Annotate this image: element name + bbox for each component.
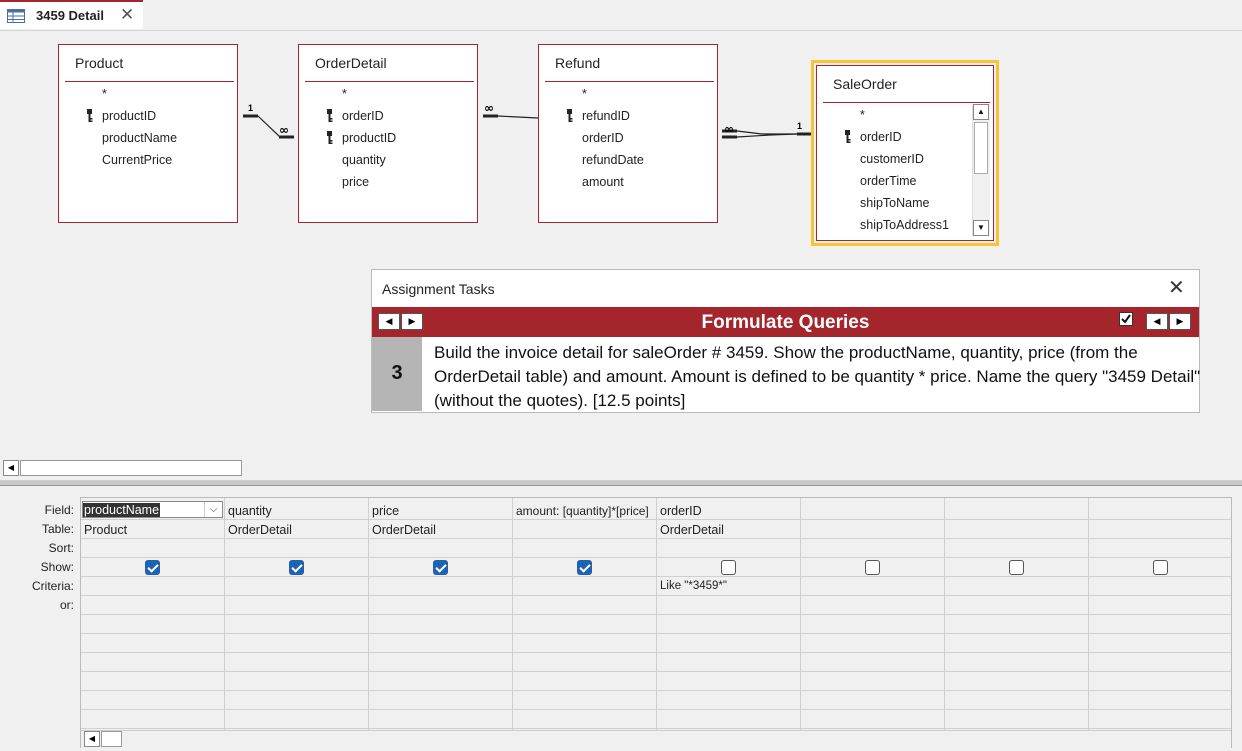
row-label-table: Table: <box>41 522 74 536</box>
table-title: Refund <box>555 55 601 71</box>
panel-title: Assignment Tasks <box>382 281 495 297</box>
grid-table-cell[interactable]: OrderDetail <box>228 523 366 537</box>
row-label-criteria: Criteria: <box>31 579 74 593</box>
show-checkbox[interactable] <box>865 560 880 575</box>
primary-key-icon <box>843 130 853 144</box>
grid-field-cell[interactable]: orderID <box>660 504 798 518</box>
grid-table-cell[interactable]: OrderDetail <box>372 523 510 537</box>
field-item[interactable]: * <box>860 108 865 122</box>
table-title: OrderDetail <box>315 55 387 71</box>
divider <box>65 81 234 82</box>
table-saleorder[interactable]: SaleOrder * orderID customerID orderTime… <box>811 60 999 246</box>
document-tab-bar <box>0 0 1242 31</box>
row-label-sort: Sort: <box>48 541 74 555</box>
field-item[interactable]: orderID <box>860 130 902 144</box>
field-item[interactable]: productName <box>102 131 177 145</box>
field-item[interactable]: customerID <box>860 152 924 166</box>
table-refund[interactable]: Refund * refundID orderID refundDate amo… <box>538 44 718 223</box>
primary-key-icon <box>325 131 335 145</box>
field-item[interactable]: * <box>582 87 587 101</box>
close-icon[interactable]: ✕ <box>120 5 134 25</box>
scroll-up-icon[interactable]: ▲ <box>973 104 989 120</box>
assignment-tasks-panel: Assignment Tasks ✕ Formulate Queries ◀ ▶… <box>371 269 1200 413</box>
show-checkbox[interactable] <box>1153 560 1168 575</box>
show-checkbox[interactable] <box>721 560 736 575</box>
grid-table-cell[interactable]: Product <box>84 523 222 537</box>
show-checkbox[interactable] <box>145 560 160 575</box>
field-item[interactable]: orderID <box>342 109 384 123</box>
tab-title: 3459 Detail <box>36 8 104 23</box>
show-checkbox[interactable] <box>433 560 448 575</box>
divider <box>545 81 714 82</box>
table-product[interactable]: Product * productID productName CurrentP… <box>58 44 238 223</box>
scroll-down-icon[interactable]: ▼ <box>973 220 989 236</box>
table-body: SaleOrder * orderID customerID orderTime… <box>816 65 994 241</box>
grid-field-cell[interactable]: quantity <box>228 504 366 518</box>
scroll-left-icon[interactable]: ◀ <box>84 731 100 747</box>
field-item[interactable]: productID <box>102 109 156 123</box>
task-number: 3 <box>372 337 422 411</box>
field-item[interactable]: CurrentPrice <box>102 153 172 167</box>
prev-task-icon[interactable]: ◀ <box>1146 313 1168 330</box>
task-complete-checkbox[interactable] <box>1119 312 1133 326</box>
field-dropdown[interactable]: productName ⌵ <box>82 501 223 518</box>
field-item[interactable]: orderID <box>582 131 624 145</box>
field-item[interactable]: productID <box>342 131 396 145</box>
row-label-field: Field: <box>44 503 74 517</box>
grid-field-cell[interactable]: amount: [quantity]*[price] <box>516 504 655 518</box>
field-item[interactable]: amount <box>582 175 624 189</box>
check-icon <box>1121 314 1131 324</box>
show-checkbox[interactable] <box>577 560 592 575</box>
field-item[interactable]: refundID <box>582 109 630 123</box>
task-header-bar: Formulate Queries ◀ ▶ ◀ ▶ <box>372 307 1199 337</box>
design-horizontal-scrollbar[interactable]: ◀ <box>0 458 1242 481</box>
field-item[interactable]: orderTime <box>860 174 917 188</box>
document-tab[interactable]: 3459 Detail ✕ <box>0 0 143 29</box>
field-item[interactable]: shipToName <box>860 196 929 210</box>
scroll-thumb[interactable] <box>20 460 242 476</box>
grid-field-cell[interactable]: productName <box>83 503 161 517</box>
field-item[interactable]: * <box>102 87 107 101</box>
next-task-icon[interactable]: ▶ <box>1169 313 1191 330</box>
task-heading: Formulate Queries <box>701 312 870 333</box>
grid-criteria-cell[interactable]: Like "*3459*" <box>660 580 798 592</box>
table-title: SaleOrder <box>833 76 897 92</box>
field-item[interactable]: shipToAddress1 <box>860 218 949 232</box>
vertical-scrollbar[interactable]: ▲ ▼ <box>972 104 990 236</box>
table-orderdetail[interactable]: OrderDetail * orderID productID quantity… <box>298 44 478 223</box>
field-item[interactable]: price <box>342 175 369 189</box>
grid-horizontal-scrollbar[interactable]: ◀ <box>81 730 1231 748</box>
next-section-icon[interactable]: ▶ <box>401 313 423 330</box>
prev-section-icon[interactable]: ◀ <box>378 313 400 330</box>
scroll-thumb[interactable] <box>101 731 122 747</box>
divider <box>823 102 990 103</box>
primary-key-icon <box>565 109 575 123</box>
grid-field-cell[interactable]: price <box>372 504 510 518</box>
field-item[interactable]: quantity <box>342 153 386 167</box>
task-description: Build the invoice detail for saleOrder #… <box>434 343 1201 410</box>
query-icon <box>7 9 25 23</box>
row-label-or: or: <box>59 598 74 612</box>
primary-key-icon <box>325 109 335 123</box>
table-title: Product <box>75 55 124 71</box>
close-icon[interactable]: ✕ <box>1168 275 1185 300</box>
show-checkbox[interactable] <box>289 560 304 575</box>
show-checkbox[interactable] <box>1009 560 1024 575</box>
field-item[interactable]: * <box>342 87 347 101</box>
scroll-thumb[interactable] <box>974 122 988 174</box>
divider <box>305 81 474 82</box>
primary-key-icon <box>85 109 95 123</box>
field-item[interactable]: refundDate <box>582 153 644 167</box>
grid-table-cell[interactable]: OrderDetail <box>660 523 798 537</box>
chevron-down-icon[interactable]: ⌵ <box>204 502 222 517</box>
scroll-left-icon[interactable]: ◀ <box>3 460 19 476</box>
row-label-show: Show: <box>40 560 74 574</box>
query-design-grid: productName ⌵ Product quantity OrderDeta… <box>80 497 1232 748</box>
